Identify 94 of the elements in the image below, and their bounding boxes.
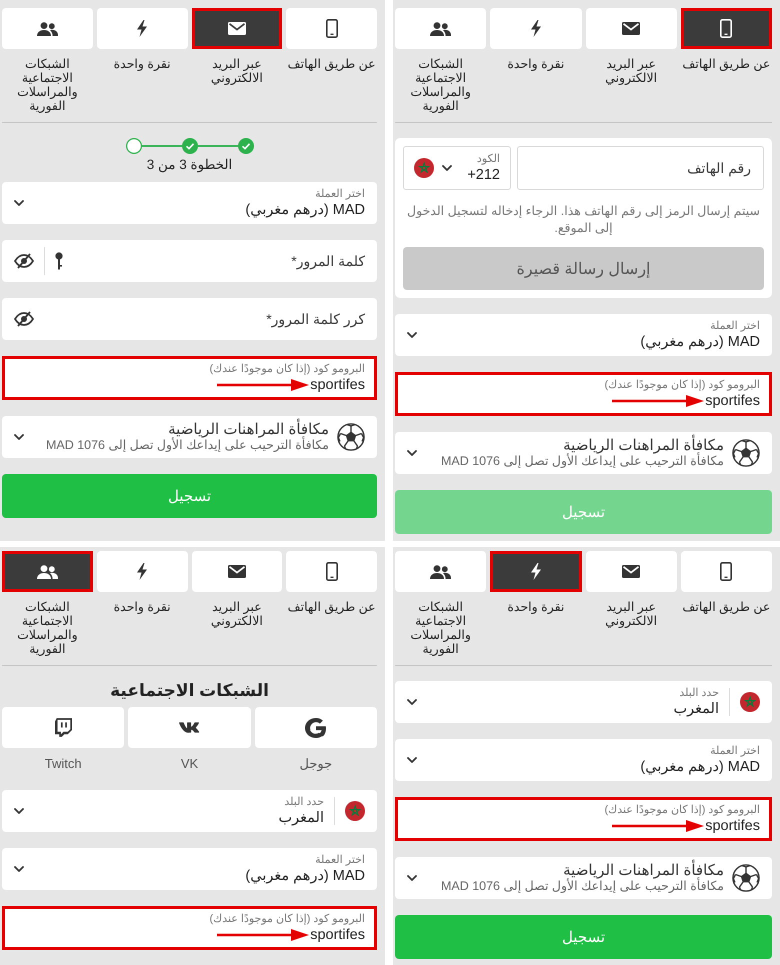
method-tab[interactable] [286,551,377,592]
method-tab[interactable] [680,8,772,49]
key-icon [55,252,63,270]
chevron-icon [407,332,417,338]
currency-select[interactable]: اختر العملة MAD (درهم مغربي) [2,848,377,890]
chevron-icon [442,165,452,171]
lightning-icon [530,563,541,580]
tab-label: عن طريق الهاتف [288,57,376,71]
arrow-icon [612,820,704,832]
lightning-icon [137,563,148,580]
tab-label: نقرة واحدة [507,57,564,71]
chevron-icon [14,200,24,206]
flag-icon [345,801,365,821]
envelope-icon [228,565,246,578]
twitch-icon [54,718,72,737]
tab-label: عن طريق الهاتف [682,57,770,71]
envelope-icon [622,565,640,578]
method-tab[interactable] [395,551,486,592]
tab-label: الشبكات الاجتماعية والمراسلات الفورية [16,57,79,113]
soccer-ball-icon [337,423,365,451]
currency-select[interactable]: اختر العملة MAD (درهم مغربي) [2,182,377,224]
method-tab[interactable] [680,551,772,592]
eye-slash-icon [14,253,34,269]
tab-label: عبر البريد الالكتروني [604,57,658,85]
social-label: Twitch [44,756,82,772]
tab-label: عن طريق الهاتف [682,600,770,614]
eye-slash-icon [14,311,34,327]
section-heading: الشبكات الاجتماعية [110,681,269,701]
tab-label: الشبكات الاجتماعية والمراسلات الفورية [409,600,472,656]
chevron-icon [407,875,417,881]
tab-label: عبر البريد الالكتروني [604,600,658,628]
lightning-icon [530,20,541,37]
chevron-icon [14,434,24,440]
method-tab[interactable] [192,551,282,592]
people-icon [430,22,452,36]
arrow-icon [217,378,310,390]
social-login-button[interactable] [128,707,251,748]
lightning-icon [137,20,148,37]
method-tab[interactable] [192,8,282,49]
tab-label: عن طريق الهاتف [288,600,376,614]
flag-icon [740,692,760,712]
tab-label: نقرة واحدة [507,600,564,614]
phone-icon [326,19,338,38]
bonus-select[interactable]: مكافأة المراهنات الرياضية مكافأة الترحيب على إيداعك الأول تصل إلى 1076 MAD [2,416,377,458]
send-sms-button[interactable]: إرسال رسالة قصيرة [403,247,764,290]
social-label: VK [180,756,198,772]
chevron-icon [14,808,24,814]
tab-label: نقرة واحدة [114,600,171,614]
arrow-icon [217,928,310,940]
social-login-button[interactable] [254,707,377,748]
people-icon [430,564,452,578]
social-login-button[interactable] [2,707,124,748]
tab-label: عبر البريد الالكتروني [210,600,264,628]
soccer-ball-icon [732,864,760,892]
method-tab[interactable] [395,8,486,49]
social-label: جوجل [300,756,332,772]
currency-select[interactable]: اختر العملة MAD (درهم مغربي) [395,739,772,781]
tab-label: عبر البريد الالكتروني [210,57,264,85]
phone-icon [720,19,732,38]
vk-icon [178,722,201,734]
tab-label: نقرة واحدة [114,57,171,71]
flag-icon [414,158,434,178]
confirm-password-field[interactable]: كرر كلمة المرور* [2,298,377,340]
method-tab[interactable] [2,551,93,592]
country-select[interactable]: حدد البلد المغرب [2,790,377,832]
arrow-icon [612,394,704,406]
chevron-icon [407,450,417,456]
people-icon [36,22,58,36]
phone-field[interactable]: رقم الهاتف [517,146,764,190]
method-tab[interactable] [2,8,93,49]
password-field[interactable]: كلمة المرور* [2,240,377,282]
bonus-select[interactable]: مكافأة المراهنات الرياضية مكافأة الترحيب على إيداعك الأول تصل إلى 1076 MAD [395,432,772,474]
step-label: الخطوة 3 من 3 [146,157,232,173]
progress-line [198,145,238,147]
bonus-select[interactable]: مكافأة المراهنات الرياضية مكافأة الترحيب على إيداعك الأول تصل إلى 1076 MAD [395,857,772,899]
phone-icon [326,562,338,581]
method-tab[interactable] [286,8,377,49]
soccer-ball-icon [732,439,760,467]
chevron-icon [407,699,417,705]
progress-line [142,145,182,147]
google-icon [305,718,326,738]
phone-icon [720,562,732,581]
envelope-icon [228,22,246,35]
chevron-icon [14,866,24,872]
people-icon [36,564,58,578]
info-text: سيتم إرسال الرمز إلى رقم الهاتف هذا. الرجاء إدخاله لتسجيل الدخول إلى الموقع. [407,203,760,237]
currency-select[interactable]: اختر العملة MAD (درهم مغربي) [395,314,772,356]
method-tab[interactable] [586,8,677,49]
chevron-icon [407,757,417,763]
tab-label: الشبكات الاجتماعية والمراسلات الفورية [16,600,79,656]
method-tab[interactable] [586,551,677,592]
envelope-icon [622,22,640,35]
tab-label: الشبكات الاجتماعية والمراسلات الفورية [409,57,472,113]
country-select[interactable]: حدد البلد المغرب [395,681,772,723]
